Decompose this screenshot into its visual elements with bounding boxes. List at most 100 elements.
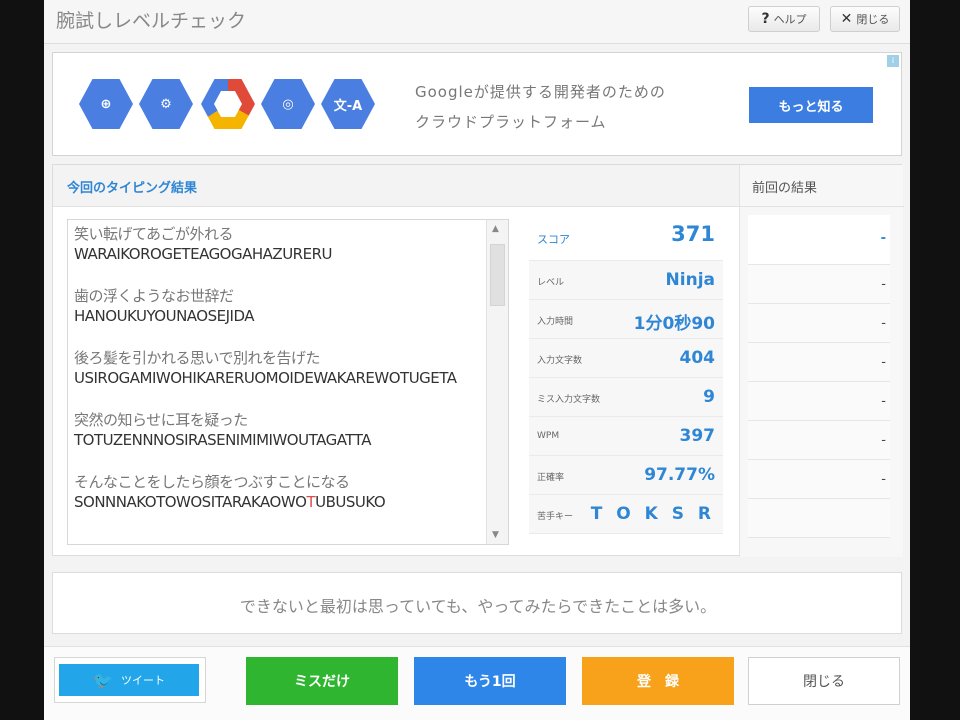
translate-icon: 文-A (321, 79, 375, 129)
romaji-rest: UBUSUKO (315, 493, 386, 511)
help-icon: ? (761, 11, 770, 27)
scrollbar-thumb[interactable] (490, 244, 505, 306)
stat-row-time: 入力時間 1分0秒90 (529, 300, 723, 339)
lyric-entry: 後ろ髪を引かれる思いで別れを告げた USIROGAMIWOHIKARERUOMO… (74, 348, 484, 388)
lyric-romaji: TOTUZENNNOSIRASENIMIMIWOUTAGATTA (74, 431, 371, 449)
previous-row: - (748, 460, 890, 499)
dialog-header: 腕試しレベルチェック ? ヘルプ ✕ 閉じる (44, 0, 910, 44)
tweet-box: 🐦 ツイート (54, 657, 206, 703)
tab-current-result[interactable]: 今回のタイピング結果 (53, 165, 739, 207)
google-cloud-icon (201, 79, 255, 129)
previous-result-column: 前回の結果 - - - - - - - (739, 165, 904, 557)
dialog-title: 腕試しレベルチェック (56, 10, 247, 32)
footer-bar: 🐦 ツイート ミスだけ もう1回 登 録 閉じる (44, 646, 910, 720)
tweet-button[interactable]: 🐦 ツイート (59, 664, 199, 696)
miss-only-button[interactable]: ミスだけ (246, 657, 398, 705)
lyric-jp: 歯の浮くようなお世辞だ (74, 287, 234, 305)
stat-row-score: スコア 371 (529, 211, 723, 261)
previous-value: - (881, 394, 886, 409)
stat-value: 371 (671, 222, 715, 246)
previous-row: - (748, 215, 890, 265)
lyric-entry: そんなことをしたら顔をつぶすことになる SONNNAKOTOWOSITARAKA… (74, 472, 484, 512)
scroll-up-icon[interactable]: ▲ (492, 224, 499, 234)
previous-value: - (881, 472, 886, 487)
tweet-label: ツイート (120, 674, 165, 687)
stat-label: WPM (537, 431, 560, 441)
quote-box: できないと最初は思っていても、やってみたらできたことは多い。 (52, 572, 902, 634)
stat-row-miss: ミス入力文字数 9 (529, 378, 723, 417)
stat-label: 苦手キー (537, 512, 574, 522)
stat-value: 397 (679, 426, 716, 446)
stat-row-accuracy: 正確率 97.77% (529, 456, 723, 495)
previous-row: - (748, 382, 890, 421)
twitter-bird-icon: 🐦 (93, 670, 113, 690)
stats-table: スコア 371 レベル Ninja 入力時間 1分0秒90 入力文字数 404 … (529, 211, 723, 534)
stat-row-wpm: WPM 397 (529, 417, 723, 456)
tab-previous-result[interactable]: 前回の結果 (740, 165, 904, 207)
stat-value: 404 (679, 348, 716, 368)
romaji-typed: SONNNAKOTOWOSITARAKAOWO (74, 493, 307, 511)
tab-current-label: 今回のタイピング結果 (67, 181, 198, 196)
previous-value: - (881, 316, 886, 331)
stat-label: レベル (537, 278, 565, 288)
lyric-romaji: USIROGAMIWOHIKARERUOMOIDEWAKAREWOTUGETA (74, 369, 457, 387)
retry-button[interactable]: もう1回 (414, 657, 566, 705)
previous-title: 前回の結果 (752, 181, 818, 196)
lyric-romaji: HANOUKUYOUNAOSEJIDA (74, 307, 255, 325)
stat-value: 97.77% (644, 465, 715, 485)
stat-value: Ninja (665, 270, 715, 290)
help-button[interactable]: ? ヘルプ (748, 6, 820, 32)
stat-value: T O K S R (590, 504, 715, 524)
lyric-jp: 突然の知らせに耳を疑った (74, 411, 248, 429)
previous-value: - (881, 355, 886, 370)
ad-banner[interactable]: i ⊕ ⚙ ◎ 文-A Googleが提供する開発者のための クラウドプラットフ… (52, 52, 902, 156)
ad-text: Googleが提供する開発者のための クラウドプラットフォーム (415, 77, 666, 137)
close-header-button[interactable]: ✕ 閉じる (830, 6, 900, 32)
stat-row-level: レベル Ninja (529, 261, 723, 300)
lyric-entry: 歯の浮くようなお世辞だ HANOUKUYOUNAOSEJIDA (74, 286, 484, 326)
lyric-jp: 後ろ髪を引かれる思いで別れを告げた (74, 349, 321, 367)
lyrics-body: 笑い転げてあごが外れる WARAIKOROGETEAGOGAHAZURERU 歯… (74, 224, 484, 534)
ad-text-line2: クラウドプラットフォーム (415, 113, 607, 131)
previous-row: - (748, 343, 890, 382)
scroll-down-icon[interactable]: ▼ (492, 530, 499, 540)
stat-label: 入力文字数 (537, 356, 583, 366)
lyric-romaji: SONNNAKOTOWOSITARAKAOWOTUBUSUKO (74, 492, 484, 512)
lyric-entry: 笑い転げてあごが外れる WARAIKOROGETEAGOGAHAZURERU (74, 224, 484, 264)
ad-text-line1: Googleが提供する開発者のための (415, 83, 666, 101)
cloud-gear-icon: ⚙ (139, 79, 193, 129)
ad-info-icon[interactable]: i (887, 55, 899, 67)
quote-text: できないと最初は思っていても、やってみたらできたことは多い。 (239, 597, 717, 616)
register-button[interactable]: 登 録 (582, 657, 734, 705)
lyric-romaji: WARAIKOROGETEAGOGAHAZURERU (74, 245, 332, 263)
stat-label: 正確率 (537, 473, 565, 483)
stat-row-chars: 入力文字数 404 (529, 339, 723, 378)
close-button[interactable]: 閉じる (748, 657, 900, 705)
previous-values: - - - - - - - (748, 215, 890, 538)
previous-value: - (881, 277, 886, 292)
lyrics-list[interactable]: 笑い転げてあごが外れる WARAIKOROGETEAGOGAHAZURERU 歯… (67, 219, 509, 545)
previous-row: - (748, 304, 890, 343)
ad-learn-more-button[interactable]: もっと知る (749, 87, 873, 123)
romaji-miss-char: T (306, 493, 316, 511)
stat-label: 入力時間 (537, 317, 574, 327)
stat-label: スコア (537, 233, 570, 246)
cloud-target-icon: ◎ (261, 79, 315, 129)
close-icon: ✕ (840, 11, 853, 27)
result-panel: 今回のタイピング結果 笑い転げてあごが外れる WARAIKOROGETEAGOG… (52, 164, 904, 557)
close-header-label: 閉じる (856, 13, 890, 26)
lyric-entry: 突然の知らせに耳を疑った TOTUZENNNOSIRASENIMIMIWOUTA… (74, 410, 484, 450)
lyric-jp: 笑い転げてあごが外れる (74, 225, 234, 243)
stat-label: ミス入力文字数 (537, 395, 601, 405)
previous-value: - (880, 231, 886, 246)
stat-row-weak-keys: 苦手キー T O K S R (529, 495, 723, 534)
stat-value: 9 (703, 387, 715, 407)
lyrics-scrollbar[interactable]: ▲ ▼ (486, 220, 508, 544)
cloud-zoom-icon: ⊕ (79, 79, 133, 129)
level-check-dialog: 腕試しレベルチェック ? ヘルプ ✕ 閉じる i ⊕ ⚙ ◎ 文-A Googl… (44, 0, 910, 720)
help-label: ヘルプ (773, 13, 807, 26)
stat-value: 1分0秒90 (633, 314, 715, 334)
previous-row (748, 499, 890, 538)
previous-row: - (748, 265, 890, 304)
previous-row: - (748, 421, 890, 460)
